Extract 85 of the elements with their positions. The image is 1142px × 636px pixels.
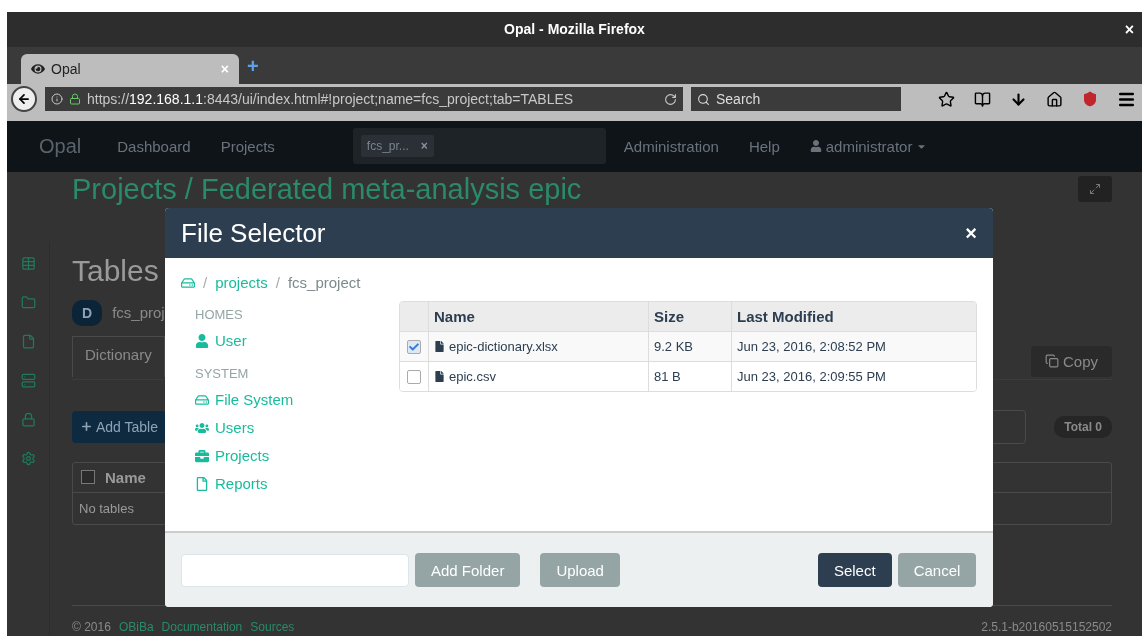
folder-icon[interactable]: [20, 295, 36, 310]
add-table-button[interactable]: Add Table: [72, 411, 166, 443]
url-field[interactable]: https://192.168.1.1:8443/ui/index.html#!project;name=fcs_project;tab=TABLES: [45, 87, 683, 112]
dialog-button[interactable]: Cancel: [897, 553, 977, 587]
dictionary-tab[interactable]: Dictionary: [72, 336, 165, 377]
drive-icon: [195, 392, 209, 407]
search-field[interactable]: fcs_pr... ×: [352, 128, 606, 165]
file-icon: [434, 371, 445, 382]
settings-icon[interactable]: [20, 451, 36, 466]
folder-link[interactable]: File System: [195, 391, 383, 408]
tag-label: fcs_pr...: [366, 139, 409, 154]
nav-link[interactable]: Help: [748, 137, 780, 155]
users-icon: [195, 420, 209, 435]
brand-logo[interactable]: Opal: [39, 134, 82, 158]
browser-tab[interactable]: Opal ×: [21, 53, 239, 84]
user-menu[interactable]: administrator: [809, 137, 928, 155]
copy-button[interactable]: Copy: [1030, 346, 1112, 377]
folder-name-field[interactable]: [181, 553, 409, 587]
dialog-button[interactable]: Add Folder: [415, 553, 521, 587]
star-icon[interactable]: [938, 90, 955, 108]
file-icon[interactable]: [20, 334, 36, 349]
back-button[interactable]: [11, 86, 37, 113]
folder-link[interactable]: Projects: [195, 447, 383, 464]
folder-link[interactable]: Users: [195, 419, 383, 436]
download-icon[interactable]: [1010, 90, 1027, 108]
expand-button[interactable]: [1078, 176, 1112, 202]
info-icon: [51, 93, 63, 106]
close-button[interactable]: ×: [965, 221, 977, 245]
tag-remove-button[interactable]: ×: [420, 139, 428, 154]
dialog-button[interactable]: Select: [817, 553, 892, 587]
breadcrumb-separator: /: [203, 274, 208, 291]
breadcrumb-item[interactable]: projects: [215, 274, 268, 291]
server-icon[interactable]: [20, 373, 36, 388]
table-cell: Jun 23, 2016, 2:09:55 PM: [731, 362, 976, 391]
table-icon[interactable]: [20, 256, 36, 271]
breadcrumb-item: fcs_project: [287, 274, 361, 291]
table-cell: 81 B: [648, 362, 731, 391]
window-title: Opal - Mozilla Firefox ×: [7, 12, 1142, 47]
user-icon: [809, 140, 822, 153]
tab-label: Opal: [51, 60, 82, 77]
file-name-cell[interactable]: epic.csv: [428, 362, 648, 391]
user-icon: [195, 333, 209, 348]
new-tab-button[interactable]: +: [247, 54, 259, 78]
version: 2.5.1-b20160515152502: [981, 620, 1112, 634]
lock-icon[interactable]: [20, 412, 36, 427]
plus-icon: [80, 420, 93, 434]
folder-link[interactable]: Reports: [195, 475, 383, 492]
search-field[interactable]: Search: [691, 87, 901, 112]
footer-link[interactable]: Documentation: [161, 620, 243, 634]
copyright: © 2016: [72, 620, 111, 634]
empty-message: No tables: [78, 500, 135, 518]
folder-link[interactable]: User: [195, 332, 383, 349]
reader-icon[interactable]: [974, 90, 991, 108]
nav-link[interactable]: Administration: [623, 137, 719, 155]
group-heading: HOMES: [195, 307, 244, 322]
breadcrumb-separator: /: [275, 274, 280, 291]
nav-link[interactable]: Dashboard: [117, 137, 191, 155]
datasource-name: fcs_proj: [112, 304, 165, 322]
datasource-badge: D: [72, 300, 103, 326]
shield-icon[interactable]: [1082, 91, 1098, 108]
checkbox[interactable]: [407, 339, 421, 354]
copy-icon: [1044, 354, 1059, 369]
footer-link[interactable]: OBiBa: [118, 620, 154, 634]
drive-icon[interactable]: [181, 275, 195, 290]
eye-icon: [31, 61, 45, 76]
page-title: Projects / Federated meta-analysis epic: [72, 173, 582, 205]
total-count: Total 0: [1054, 416, 1112, 438]
dialog-title: File Selector: [181, 217, 326, 249]
close-button[interactable]: ×: [1124, 21, 1134, 39]
expand-icon: [1089, 183, 1101, 195]
section-title: Tables: [72, 254, 159, 288]
reload-icon: [664, 92, 677, 106]
search-icon: [697, 92, 710, 106]
column-header: Name: [105, 469, 146, 486]
group-heading: SYSTEM: [195, 366, 250, 381]
home-icon[interactable]: [1046, 90, 1063, 108]
footer-link[interactable]: Sources: [250, 620, 295, 634]
nav-link[interactable]: Projects: [220, 137, 275, 155]
checkbox[interactable]: [81, 470, 95, 485]
briefcase-icon: [195, 448, 209, 463]
file-icon: [195, 476, 209, 491]
checkbox[interactable]: [407, 369, 421, 384]
dialog-button[interactable]: Upload: [540, 553, 620, 587]
file-icon: [434, 341, 445, 352]
lock-icon: [69, 93, 81, 106]
